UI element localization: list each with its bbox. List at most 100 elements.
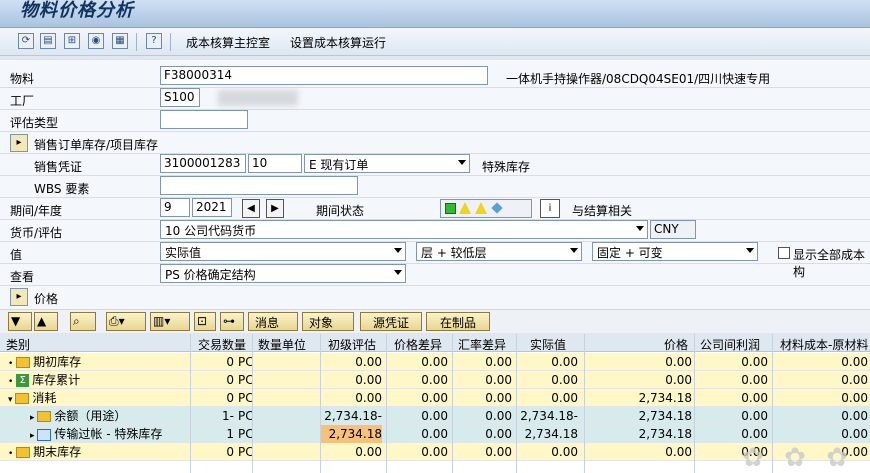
cost-cockpit-button[interactable]: 成本核算主控室 [186, 34, 270, 51]
toolbar-separator [136, 33, 137, 51]
primary-cell: 0.00 [355, 445, 382, 459]
wbs-input[interactable] [160, 176, 358, 195]
material-input[interactable]: F38000314 [160, 66, 488, 85]
fx_var-cell: 0.00 [485, 427, 512, 441]
category-cell[interactable]: ▾ 消耗 [8, 389, 56, 407]
level-select-value: 层 + 较低层 [421, 246, 487, 260]
table-row[interactable]: ▸ 余额（用途） 1- PC 2,734.18- 0.00 0.00 2,734.18- 2,… [0, 407, 870, 425]
sales-stock-type-select[interactable]: E 现有订单 [304, 154, 470, 173]
actual-cell: 0.00 [551, 355, 578, 369]
hierarchy-icon[interactable]: ⊶ [220, 312, 244, 331]
currency-type-select[interactable]: 10 公司代码货币 [160, 220, 648, 239]
fixed-variable-value: 固定 + 可变 [597, 246, 663, 260]
column-header[interactable]: 价格 [664, 336, 688, 353]
category-cell[interactable]: • Σ 库存累计 [8, 371, 80, 389]
folder-toggle-icon[interactable]: ▸ [10, 288, 28, 306]
fixed-variable-select[interactable]: 固定 + 可变 [592, 242, 758, 261]
category-cell[interactable]: ▸ 余额（用途） [30, 407, 126, 425]
column-header[interactable]: 数量单位 [258, 336, 306, 353]
category-cell[interactable]: • 期末库存 [8, 443, 81, 461]
previous-period-button[interactable]: ◀ [242, 199, 260, 218]
tree-toggle-icon[interactable]: • [8, 359, 16, 369]
source-document-button[interactable]: 源凭证 [360, 312, 422, 331]
sigma-icon: Σ [16, 374, 30, 387]
period-input[interactable]: 9 [160, 198, 190, 217]
table-row[interactable]: ▾ 消耗 0 PC 0.00 0.00 0.00 0.00 2,734.18 0.00 0.00 [0, 389, 870, 407]
table-row[interactable]: • Σ 库存累计 0 PC 0.00 0.00 0.00 0.00 0.00 0.00 0.00 [0, 371, 870, 389]
qty-cell: 1 [226, 427, 234, 441]
display-icon[interactable]: ◉ [88, 33, 104, 49]
level-select[interactable]: 层 + 较低层 [416, 242, 582, 261]
valuation-type-input[interactable] [160, 110, 248, 129]
material-label: 物料 [10, 72, 35, 86]
folder-toggle-icon[interactable]: ▸ [10, 134, 28, 152]
column-header[interactable]: 汇率差异 [458, 336, 506, 353]
column-header[interactable]: 交易数量 [198, 336, 246, 353]
value-select[interactable]: 实际值 [160, 242, 406, 261]
layout-menu-icon[interactable]: ▥▾ [150, 312, 190, 331]
view-row: 查看 PS 价格确定结构 [0, 264, 870, 286]
tree-toggle-icon[interactable]: • [8, 377, 16, 387]
sales-stock-type-value: E 现有订单 [309, 158, 369, 172]
hierarchy-icon[interactable]: ⊞ [64, 33, 80, 49]
period-status-label: 期间状态 [316, 204, 365, 218]
tree-toggle-icon[interactable]: • [8, 449, 16, 459]
column-divider [584, 334, 585, 473]
currency-code: CNY [650, 220, 696, 239]
column-divider [190, 334, 191, 473]
column-header[interactable]: 类别 [6, 336, 30, 353]
plant-input[interactable]: S100 [160, 88, 200, 107]
show-all-checkbox[interactable] [778, 247, 790, 259]
primary-cell: 2,734.18- [324, 409, 382, 423]
help-icon[interactable]: ? [146, 33, 162, 49]
table-row[interactable]: • 期末库存 0 PC 0.00 0.00 0.00 0.00 0.00 0.00 0.00 [0, 443, 870, 461]
period-status-indicator [440, 199, 532, 218]
valuation-type-label: 评估类型 [10, 116, 59, 130]
tree-toggle-icon[interactable]: ▾ [8, 395, 15, 405]
actual-cell: 2,734.18 [524, 427, 578, 441]
category-cell[interactable]: ▸ 传输过帐 - 特殊库存 [30, 425, 162, 443]
price-cell: 0.00 [665, 445, 692, 459]
price-cell: 0.00 [665, 355, 692, 369]
find-icon[interactable]: ⌕ [70, 312, 96, 331]
cart-icon [37, 428, 52, 441]
column-header[interactable]: 材料成本-原材料 [780, 336, 868, 353]
set-cost-run-button[interactable]: 设置成本核算运行 [290, 34, 386, 51]
refresh-icon[interactable]: ⟳ [18, 33, 34, 49]
wip-button[interactable]: 在制品 [426, 312, 490, 331]
tree-toggle-icon[interactable]: ▸ [30, 431, 37, 441]
print-icon[interactable]: ⎙▾ [106, 312, 146, 331]
column-header[interactable]: 价格差异 [394, 336, 442, 353]
next-period-button[interactable]: ▶ [266, 199, 284, 218]
table-row[interactable]: • 期初库存 0 PC 0.00 0.00 0.00 0.00 0.00 0.00 0.00 [0, 353, 870, 371]
column-divider [252, 334, 253, 473]
blue-diamond-icon [491, 202, 503, 214]
price-cell: 2,734.18 [638, 391, 692, 405]
price_var-cell: 0.00 [421, 373, 448, 387]
category-cell[interactable]: • 期初库存 [8, 353, 81, 371]
column-header[interactable]: 实际值 [530, 336, 566, 353]
year-input[interactable]: 2021 [192, 198, 232, 217]
sales-item-input[interactable]: 10 [248, 154, 302, 173]
material-cell: 0.00 [841, 409, 868, 423]
qty-cell: 0 [226, 373, 234, 387]
filter-icon[interactable]: ⊡ [194, 312, 216, 331]
objects-button[interactable]: 对象 [302, 312, 354, 331]
tree-toggle-icon[interactable]: ▸ [30, 413, 37, 423]
messages-button[interactable]: 消息 [248, 312, 298, 331]
collapse-all-icon[interactable]: ▲ [34, 312, 58, 331]
sales-doc-input[interactable]: 3100001283 [160, 154, 246, 173]
column-header[interactable]: 初级评估 [328, 336, 376, 353]
expand-all-icon[interactable]: ▼ [8, 312, 32, 331]
calendar-icon[interactable]: ▦ [112, 33, 128, 49]
material-row: 物料 F38000314 一体机手持操作器/08CDQ04SE01/四川快速专用 [0, 66, 870, 88]
column-header[interactable]: 公司间利润 [700, 336, 760, 353]
layout-icon[interactable]: ▤ [40, 33, 56, 49]
column-divider [452, 334, 453, 473]
chevron-down-icon [570, 248, 578, 253]
price_var-cell: 0.00 [421, 427, 448, 441]
table-row[interactable]: ▸ 传输过帐 - 特殊库存 1 PC 2,734.18 0.00 0.00 2,734.18… [0, 425, 870, 443]
material-cell: 0.00 [841, 355, 868, 369]
info-icon[interactable]: i [540, 199, 560, 218]
view-select[interactable]: PS 价格确定结构 [160, 264, 406, 283]
